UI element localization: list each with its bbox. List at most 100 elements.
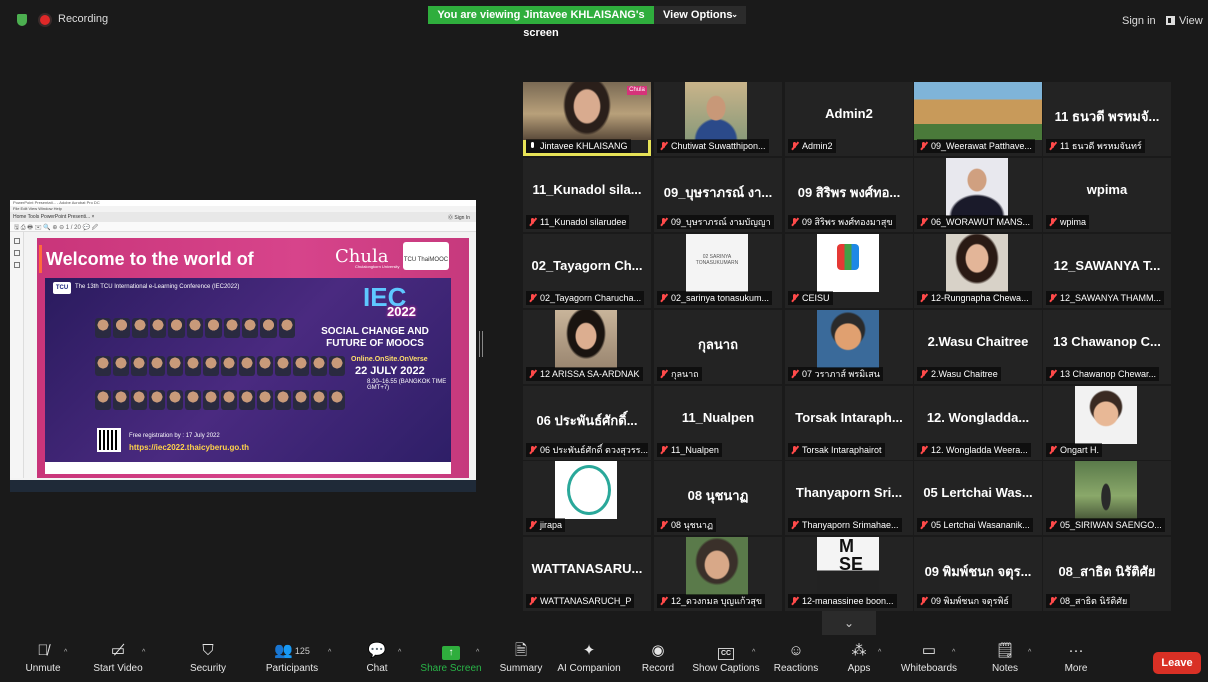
participant-tile[interactable]: jirapa [523,461,651,535]
whiteboards-button[interactable]: ▭ Whiteboards ^ [898,640,960,682]
top-bar: Recording You are viewing Jintavee KHLAI… [0,0,1208,40]
chevron-up-icon[interactable]: ^ [142,649,145,656]
captions-icon: CC [692,640,760,662]
participant-name: 06_WORAWUT MANS... [931,217,1031,227]
participant-name-label: 12_ดวงกมล บุญแก้วสุข [657,594,766,608]
leave-button[interactable]: Leave [1153,652,1201,674]
shared-side-panel [10,232,24,478]
notes-button[interactable]: 🗒 Notes ^ [988,640,1031,682]
mic-muted-icon [660,521,667,529]
participant-display-name: WATTANASARU... [531,561,643,576]
mic-muted-icon [791,294,798,302]
participant-tile[interactable]: 09 สิริพร พงศ์ทอ... 09 สิริพร พงศ์ทองมาสุ… [785,158,913,232]
participant-name: wpima [1060,217,1087,227]
participant-tile[interactable]: 09_บุษราภรณ์ งา... 09_บุษราภรณ์ งามบัญญา [654,158,782,232]
notes-icon: 🗒 [995,642,1015,659]
participant-tile[interactable]: wpima wpima [1043,158,1171,232]
reactions-button[interactable]: ☺ Reactions [772,640,820,682]
summary-button[interactable]: 🗎 Summary [498,640,544,682]
participant-name: 11_Kunadol silarudee [540,217,627,227]
meeting-controls: 🎙̸ Unmute ^ ▭̸ Start Video ^ ⛉ Security … [0,638,1208,682]
mic-muted-icon [1049,142,1056,150]
recording-label: Recording [58,13,109,25]
participant-tile[interactable]: 02 SARINYA TONASUKUMARN 02_sarinya tonasu… [654,234,782,308]
chevron-up-icon[interactable]: ^ [64,649,67,656]
participant-tile[interactable]: 13 Chawanop C... 13 Chawanop Chewar... [1043,310,1171,384]
split-view-handle[interactable] [479,331,483,357]
participant-tile[interactable]: 12_ดวงกมล บุญแก้วสุข [654,537,782,611]
participant-tile[interactable]: 07 วราภาส์ พรมิเสน [785,310,913,384]
participant-tile[interactable]: 05 Lertchai Was... 05 Lertchai Wasananik.… [914,461,1042,535]
chevron-up-icon[interactable]: ^ [398,649,401,656]
shared-screen[interactable]: PowerPoint Presentati... - Adobe Acrobat… [10,200,476,492]
participant-tile[interactable]: 2.Wasu Chaitree 2.Wasu Chaitree [914,310,1042,384]
chevron-up-icon[interactable]: ^ [952,649,955,656]
participant-name-label: 06 ประพันธ์ศักดิ์ ตวงสุวรร... [526,443,648,457]
participant-tile[interactable]: 02_Tayagorn Ch... 02_Tayagorn Charucha... [523,234,651,308]
presentation-slide: Welcome to the world of Metaverse! Chula… [37,238,469,478]
participant-name-label: 09_บุษราภรณ์ งามบัญญา [657,215,774,229]
participant-name-label: 12_SAWANYA THAMM... [1046,291,1165,305]
mic-muted-icon [1049,446,1056,454]
whiteboard-icon: ▭ [921,642,937,659]
sparkle-icon: ✦ [582,642,596,659]
participant-tile[interactable]: 11 ธนวดี พรหมจั... 11 ธนวดี พรหมจันทร์ [1043,82,1171,156]
participant-tile[interactable]: Ongart H. [1043,386,1171,460]
chevron-up-icon[interactable]: ^ [328,649,331,656]
participant-tile[interactable]: 12_SAWANYA T... 12_SAWANYA THAMM... [1043,234,1171,308]
participant-tile[interactable]: 08_สาธิต นิรัติศัย 08_สาธิต นิรัติศัย [1043,537,1171,611]
mic-muted-icon [529,446,536,454]
show-captions-button[interactable]: CC Show Captions ^ [692,640,760,682]
participant-tile[interactable]: 09_Weerawat Patthave... [914,82,1042,156]
gallery-next-page-button[interactable]: ⌄ [822,611,876,635]
participant-tile[interactable]: 12 ARISSA SA-ARDNAK [523,310,651,384]
security-button[interactable]: ⛉ Security [184,640,232,682]
chevron-up-icon[interactable]: ^ [1028,649,1031,656]
participant-tile[interactable]: Thanyaporn Sri... Thanyaporn Srimahae... [785,461,913,535]
start-video-button[interactable]: ▭̸ Start Video ^ [86,640,150,682]
participant-video [946,234,1008,292]
participant-tile[interactable]: Chula Jintavee KHLAISANG [523,82,651,156]
participant-name: Ongart H. [1060,445,1100,455]
chevron-up-icon[interactable]: ^ [878,649,881,656]
participant-tile[interactable]: Torsak Intaraph... Torsak Intaraphairot [785,386,913,460]
participant-tile[interactable]: WATTANASARU... WATTANASARUCH_P [523,537,651,611]
chevron-up-icon[interactable]: ^ [476,649,479,656]
participant-tile[interactable]: Chutiwat Suwatthipon... [654,82,782,156]
participant-display-name: 13 Chawanop C... [1053,334,1161,349]
participant-tile[interactable]: 11_Nualpen 11_Nualpen [654,386,782,460]
chat-button[interactable]: 💬 Chat ^ [360,640,401,682]
participant-tile[interactable]: 12-manassinee boon... [785,537,913,611]
ai-companion-button[interactable]: ✦ AI Companion [556,640,622,682]
participant-tile[interactable]: 12-Rungnapha Chewa... [914,234,1042,308]
participant-tile[interactable]: 05_SIRIWAN SAENGO... [1043,461,1171,535]
ai-companion-label: AI Companion [557,663,621,674]
participant-name-label: CEISU [788,291,833,305]
record-button[interactable]: ◉ Record [638,640,678,682]
participant-tile[interactable]: 12. Wongladda... 12. Wongladda Weera... [914,386,1042,460]
participant-tile[interactable]: 09 พิมพ์ชนก จตุร... 09 พิมพ์ชนก จตุรพิธ์ [914,537,1042,611]
mic-muted-icon [529,597,536,605]
share-screen-button[interactable]: ↑ Share Screen ^ [420,640,482,682]
record-label: Record [641,663,675,674]
apps-button[interactable]: ⁂ Apps ^ [842,640,882,682]
sign-in-link[interactable]: Sign in [1122,15,1156,27]
participant-tile[interactable]: 06 ประพันธ์ศักดิ์... 06 ประพันธ์ศักดิ์ ตว… [523,386,651,460]
participant-tile[interactable]: CEISU [785,234,913,308]
view-options-button[interactable]: View Options ⌄ [654,6,746,24]
security-shield-icon[interactable] [17,14,27,26]
mic-muted-icon [791,218,798,226]
participant-tile[interactable]: กุลนาถ กุลนาถ [654,310,782,384]
participant-tile[interactable]: 11_Kunadol sila... 11_Kunadol silarudee [523,158,651,232]
participants-button[interactable]: 👥 125 Participants ^ [262,640,331,682]
participant-tile[interactable]: Admin2 Admin2 [785,82,913,156]
more-button[interactable]: ··· More [1060,640,1092,682]
participant-tile[interactable]: 08 นุชนาฏ 08 นุชนาฏ [654,461,782,535]
participants-count: 125 [294,646,310,656]
chevron-up-icon[interactable]: ^ [752,649,755,656]
participant-tile[interactable]: 06_WORAWUT MANS... [914,158,1042,232]
attachment-icon [13,262,20,268]
view-layout-button[interactable]: View [1166,15,1203,27]
unmute-button[interactable]: 🎙̸ Unmute ^ [14,640,72,682]
participant-video [914,82,1042,140]
